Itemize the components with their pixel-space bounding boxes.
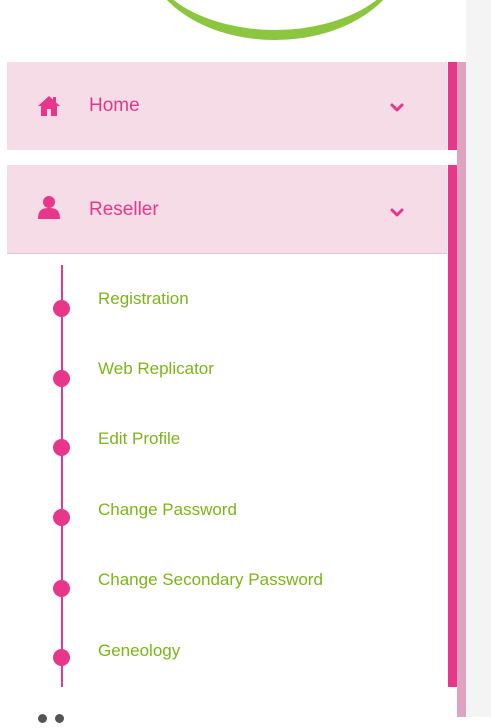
sidebar-item-label: Reseller bbox=[89, 199, 159, 220]
submenu-item-change-password[interactable]: Change Password bbox=[0, 490, 440, 530]
sidebar-item-home[interactable]: Home bbox=[7, 62, 447, 150]
submenu-item-web-replicator[interactable]: Web Replicator bbox=[0, 350, 440, 390]
sidebar-item-label: Home bbox=[89, 95, 140, 116]
submenu-item-label: Registration bbox=[98, 289, 189, 308]
bullet-icon bbox=[53, 509, 70, 526]
user-icon bbox=[38, 196, 60, 219]
home-icon bbox=[38, 96, 60, 116]
submenu-item-label: Geneology bbox=[98, 641, 181, 660]
submenu-item-geneology[interactable]: Geneology bbox=[0, 632, 440, 672]
submenu-item-label: Change Secondary Password bbox=[98, 570, 323, 589]
accent-divider bbox=[448, 150, 457, 165]
submenu-item-label: Edit Profile bbox=[98, 429, 181, 448]
submenu-item-registration[interactable]: Registration bbox=[0, 280, 440, 320]
bullet-icon bbox=[53, 439, 70, 456]
chevron-down-icon bbox=[390, 208, 404, 217]
bullet-icon bbox=[53, 300, 70, 317]
content-area bbox=[466, 0, 491, 717]
submenu-item-label: Change Password bbox=[98, 500, 237, 519]
bullet-icon bbox=[53, 370, 70, 387]
chevron-down-icon bbox=[390, 103, 404, 112]
bullet-icon bbox=[53, 649, 70, 666]
sidebar-accent-light bbox=[457, 62, 466, 717]
bullet-icon bbox=[53, 580, 70, 597]
submenu-item-edit-profile[interactable]: Edit Profile bbox=[0, 420, 440, 460]
submenu-item-label: Web Replicator bbox=[98, 359, 214, 378]
sidebar: Home Reseller Registration Web Replicato… bbox=[0, 0, 447, 723]
submenu-item-change-secondary-password[interactable]: Change Secondary Password bbox=[0, 561, 440, 601]
more-icon bbox=[38, 710, 78, 723]
sidebar-item-reseller[interactable]: Reseller bbox=[7, 165, 447, 254]
submenu-line bbox=[61, 265, 63, 687]
